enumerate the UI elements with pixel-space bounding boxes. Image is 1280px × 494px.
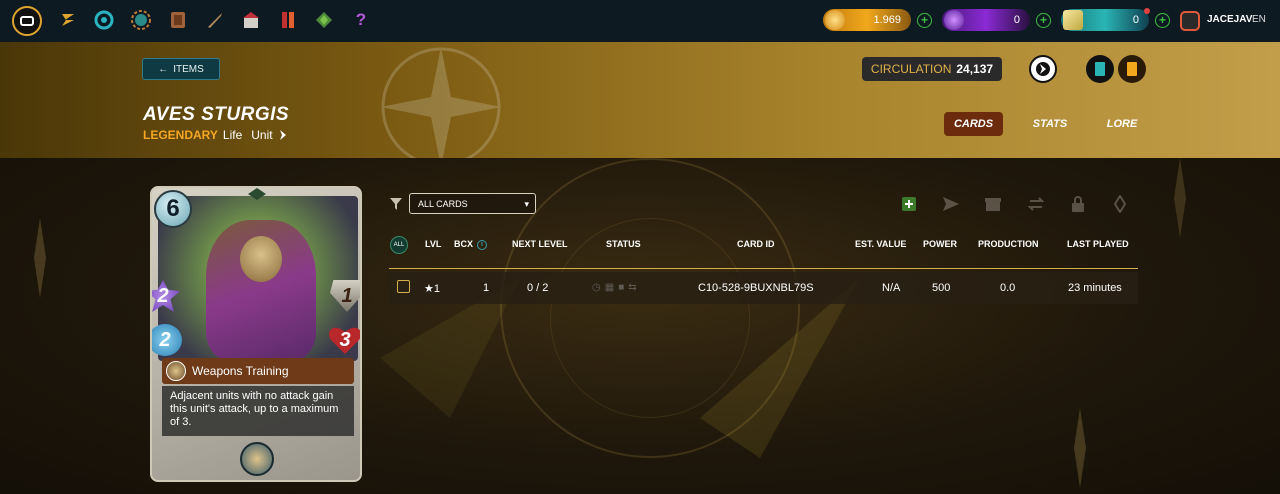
- buy-dec-button[interactable]: +: [917, 13, 932, 28]
- rarity-label: LEGENDARY: [143, 128, 218, 142]
- vouchers-value: 0: [1132, 14, 1139, 26]
- card-title: AVES STURGIS: [143, 104, 290, 125]
- regular-foil-icon[interactable]: [1086, 55, 1114, 83]
- status-icons: ◷ ▦ ■ ⇆: [592, 282, 637, 293]
- sps-value: 0: [1013, 14, 1020, 26]
- cell-power: 500: [932, 282, 951, 294]
- circulation-value: 24,137: [956, 62, 994, 76]
- row-checkbox[interactable]: [397, 280, 410, 293]
- cell-next-level: 0 / 2: [527, 282, 549, 294]
- lock-status-icon: ■: [618, 282, 625, 293]
- type-label: Unit: [251, 128, 273, 142]
- tab-stats[interactable]: STATS: [1024, 112, 1076, 136]
- header-production[interactable]: PRODUCTION: [978, 239, 1039, 249]
- vortex-icon[interactable]: [93, 8, 115, 32]
- help-icon[interactable]: ?: [350, 8, 372, 32]
- back-button-label: ITEMS: [173, 63, 204, 75]
- send-icon[interactable]: [941, 194, 961, 214]
- card-preview: 6 2 2 1 3 Weapons Training Adjacent unit…: [150, 186, 362, 482]
- header-last-played[interactable]: LAST PLAYED: [1067, 239, 1129, 249]
- cell-card-id[interactable]: C10-528-9BUXNBL79S: [698, 282, 814, 294]
- lock-icon[interactable]: [1068, 194, 1088, 214]
- unit-type-icon: [279, 130, 286, 140]
- header-status[interactable]: STATUS: [606, 239, 641, 249]
- select-all-chip[interactable]: ALL: [390, 236, 408, 254]
- cell-bcx: 1: [483, 282, 490, 294]
- header-est-value[interactable]: EST. VALUE: [855, 239, 906, 249]
- voucher-icon: [1063, 10, 1083, 30]
- land-icon[interactable]: [313, 8, 335, 32]
- rewards-icon[interactable]: [57, 8, 79, 32]
- market-status-icon: ▦: [604, 282, 615, 293]
- top-navigation: ? 1.969 + 0 + 0 + JACEJAV EN: [0, 0, 1280, 42]
- sps-balance: 0: [942, 9, 1030, 31]
- transfer-icon[interactable]: [1026, 194, 1046, 214]
- card-header: ← ITEMS AVES STURGIS LEGENDARY Life Unit…: [0, 42, 1280, 158]
- header-bcx[interactable]: BCX i: [454, 239, 488, 250]
- weapons-training-icon: [166, 361, 186, 381]
- chevron-down-icon: ▾: [524, 199, 529, 209]
- owl-face-illustration: [240, 236, 282, 282]
- banner-icon[interactable]: [277, 8, 299, 32]
- element-label: Life: [222, 128, 243, 142]
- weapons-icon[interactable]: [204, 8, 226, 32]
- arrow-left-icon: ←: [158, 63, 169, 75]
- language-selector[interactable]: EN: [1252, 14, 1266, 25]
- market-sell-icon[interactable]: [983, 194, 1003, 214]
- cell-lvl: ★1: [424, 283, 440, 295]
- ability-title-bar: Weapons Training: [162, 358, 354, 384]
- sps-coin-icon: [944, 10, 964, 30]
- transfer-status-icon: ⇆: [628, 282, 637, 293]
- clock-status-icon: ◷: [592, 282, 601, 293]
- ability-emblem-icon: [240, 442, 274, 476]
- ability-name: Weapons Training: [192, 364, 289, 378]
- cell-last-played: 23 minutes: [1068, 282, 1122, 294]
- circulation-label: CIRCULATION: [870, 62, 952, 76]
- card-subtitle: LEGENDARY Life Unit: [143, 128, 288, 142]
- ability-description: Adjacent units with no attack gain this …: [162, 386, 354, 436]
- header-lvl[interactable]: LVL: [425, 239, 441, 249]
- tab-cards[interactable]: CARDS: [944, 112, 1003, 136]
- market-icon[interactable]: [240, 8, 262, 32]
- header-next-level[interactable]: NEXT LEVEL: [512, 239, 568, 249]
- cell-est-value: N/A: [882, 282, 901, 294]
- compass-star-emblem: [381, 47, 501, 158]
- mana-cost: 6: [154, 190, 192, 228]
- monster-logo-icon[interactable]: [12, 6, 42, 36]
- info-icon[interactable]: i: [477, 239, 488, 250]
- table-divider: [389, 268, 1138, 269]
- unit-type-filter-icon[interactable]: [1029, 55, 1057, 83]
- notification-dot: [1144, 8, 1150, 14]
- buy-vouchers-button[interactable]: +: [1155, 13, 1170, 28]
- collection-icon[interactable]: [167, 8, 189, 32]
- user-avatar[interactable]: [1180, 11, 1200, 31]
- back-to-items-button[interactable]: ← ITEMS: [142, 58, 220, 80]
- buy-sps-button[interactable]: +: [1036, 13, 1051, 28]
- gold-foil-icon[interactable]: [1118, 55, 1146, 83]
- cards-filter-select[interactable]: ALL CARDS ▾: [409, 193, 536, 214]
- burn-icon[interactable]: [1110, 194, 1130, 214]
- username[interactable]: JACEJAV: [1207, 14, 1252, 25]
- vouchers-balance: 0: [1061, 9, 1149, 31]
- circulation-badge: CIRCULATION 24,137: [862, 57, 1002, 81]
- dec-balance: 1.969: [823, 9, 911, 31]
- filter-icon: [390, 198, 402, 210]
- add-card-icon[interactable]: [899, 194, 919, 214]
- dec-coin-icon: [825, 10, 845, 30]
- select-value: ALL CARDS: [418, 198, 468, 209]
- header-power[interactable]: POWER: [923, 239, 957, 249]
- header-card-id[interactable]: CARD ID: [737, 239, 775, 249]
- tab-lore[interactable]: LORE: [1097, 112, 1147, 136]
- guild-icon[interactable]: [130, 8, 152, 32]
- dec-value: 1.969: [873, 14, 901, 26]
- card-art: [158, 196, 358, 361]
- cell-production: 0.0: [1000, 282, 1016, 294]
